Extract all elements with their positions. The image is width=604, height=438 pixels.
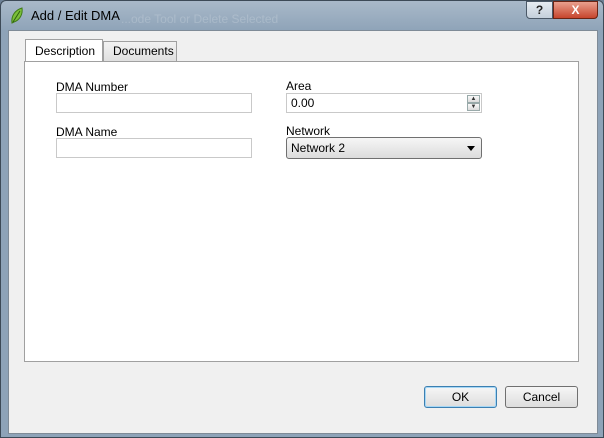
network-label: Network bbox=[286, 124, 331, 138]
dma-name-label: DMA Name bbox=[56, 125, 118, 139]
dialog-window: Add / Edit DMA ...ode Tool or Delete Sel… bbox=[0, 0, 604, 438]
qgis-leaf-icon bbox=[9, 7, 25, 25]
description-panel: DMA Number DMA Name Area 0.00 ▲ ▼ Networ… bbox=[24, 61, 579, 362]
area-value: 0.00 bbox=[291, 96, 315, 110]
help-button[interactable]: ? bbox=[526, 1, 553, 19]
chevron-down-icon bbox=[467, 146, 475, 151]
area-label: Area bbox=[286, 79, 312, 93]
close-icon: X bbox=[571, 3, 580, 17]
spin-down-icon[interactable]: ▼ bbox=[467, 103, 480, 111]
tab-description[interactable]: Description bbox=[25, 39, 103, 61]
close-button[interactable]: X bbox=[553, 1, 598, 19]
tab-documents[interactable]: Documents bbox=[103, 41, 177, 61]
cancel-button[interactable]: Cancel bbox=[505, 386, 578, 408]
help-icon: ? bbox=[535, 3, 544, 17]
ok-button[interactable]: OK bbox=[424, 386, 497, 408]
network-selected-value: Network 2 bbox=[291, 141, 346, 155]
network-dropdown[interactable]: Network 2 bbox=[286, 137, 482, 159]
background-window-text: ...ode Tool or Delete Selected bbox=[121, 12, 279, 26]
area-spinbox[interactable]: 0.00 ▲ ▼ bbox=[286, 93, 482, 113]
window-title: Add / Edit DMA bbox=[31, 8, 120, 23]
title-bar[interactable]: Add / Edit DMA ...ode Tool or Delete Sel… bbox=[1, 1, 603, 31]
dma-name-input[interactable] bbox=[56, 138, 252, 158]
dialog-client-area: Description Documents DMA Number DMA Nam… bbox=[8, 30, 598, 434]
dma-number-input[interactable] bbox=[56, 93, 252, 113]
spin-up-icon[interactable]: ▲ bbox=[467, 95, 480, 103]
dma-number-label: DMA Number bbox=[56, 80, 129, 94]
